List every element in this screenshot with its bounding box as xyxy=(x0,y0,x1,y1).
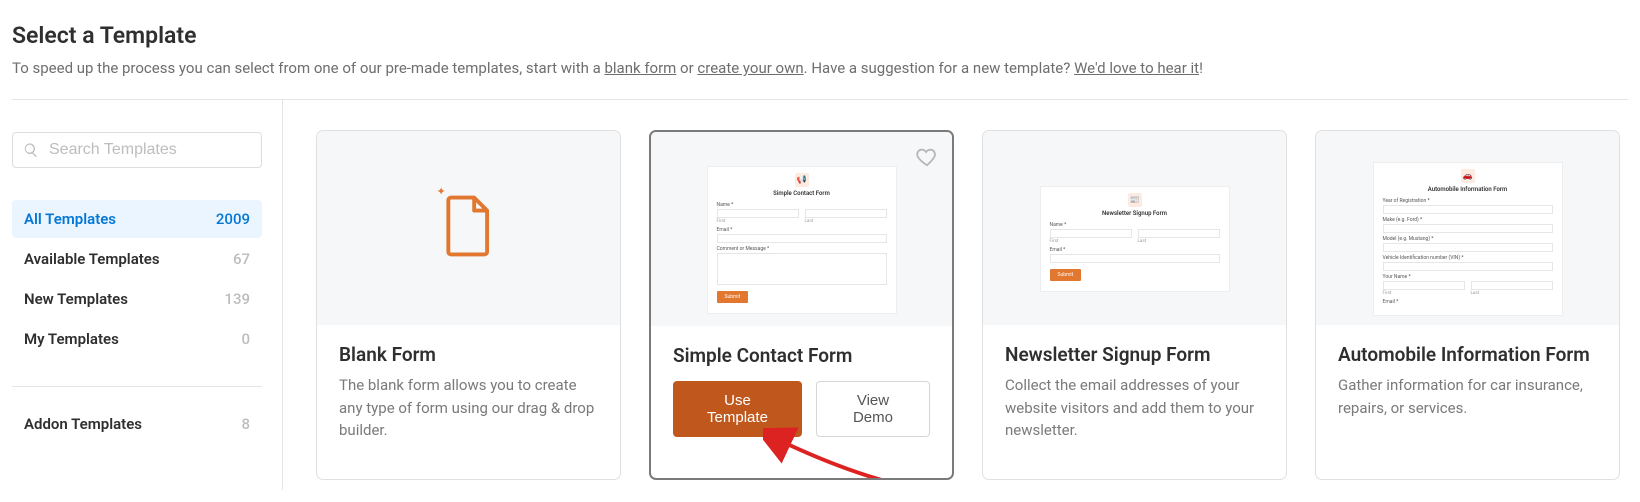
preview-sub: Last xyxy=(1138,239,1220,244)
preview-title: Newsletter Signup Form xyxy=(1050,210,1220,217)
card-description: The blank form allows you to create any … xyxy=(339,374,598,442)
category-count: 0 xyxy=(241,330,250,348)
preview-label: Email * xyxy=(1050,247,1220,253)
category-count: 8 xyxy=(241,415,250,433)
preview-label: Email * xyxy=(717,227,887,233)
category-separator xyxy=(12,386,262,387)
card-title: Newsletter Signup Form xyxy=(1005,343,1264,366)
intro-or: or xyxy=(676,59,697,77)
preview-sub: First xyxy=(1383,291,1465,296)
templates-grid: ✦ Blank Form The blank form allows you t… xyxy=(283,100,1628,490)
link-feedback[interactable]: We'd love to hear it xyxy=(1074,59,1199,77)
template-card-automobile-info[interactable]: 🚗 Automobile Information Form Year of Re… xyxy=(1315,130,1620,480)
preview-sub: First xyxy=(1050,239,1132,244)
addon-list: Addon Templates 8 xyxy=(12,405,262,443)
preview-label: Comment or Message * xyxy=(717,246,887,252)
use-template-button[interactable]: Use Template xyxy=(673,381,802,437)
category-new-templates[interactable]: New Templates 139 xyxy=(12,280,262,318)
preview-label: Model (e.g. Mustang) * xyxy=(1383,236,1553,242)
view-demo-button[interactable]: View Demo xyxy=(816,381,930,437)
form-preview: 📰 Newsletter Signup Form Name * First La… xyxy=(1040,186,1230,292)
card-body: Newsletter Signup Form Collect the email… xyxy=(983,325,1286,479)
intro-text: To speed up the process you can select f… xyxy=(12,59,604,77)
card-preview: ✦ xyxy=(317,131,620,325)
search-icon xyxy=(23,142,39,158)
category-count: 2009 xyxy=(216,210,250,228)
card-description: Gather information for car insurance, re… xyxy=(1338,374,1597,419)
template-card-blank-form[interactable]: ✦ Blank Form The blank form allows you t… xyxy=(316,130,621,480)
favorite-icon[interactable] xyxy=(916,146,938,168)
category-all-templates[interactable]: All Templates 2009 xyxy=(12,200,262,238)
intro-end: ! xyxy=(1199,59,1203,77)
preview-label: Year of Registration * xyxy=(1383,198,1553,204)
category-label: All Templates xyxy=(24,210,116,228)
category-list: All Templates 2009 Available Templates 6… xyxy=(12,200,262,358)
card-preview: 📢 Simple Contact Form Name * First Last … xyxy=(651,132,952,326)
card-preview: 🚗 Automobile Information Form Year of Re… xyxy=(1316,131,1619,325)
preview-submit: Submit xyxy=(1050,269,1082,281)
card-description: Collect the email addresses of your webs… xyxy=(1005,374,1264,442)
preview-sub: Last xyxy=(1471,291,1553,296)
category-label: Addon Templates xyxy=(24,415,142,433)
card-title: Blank Form xyxy=(339,343,598,366)
template-card-simple-contact-form[interactable]: 📢 Simple Contact Form Name * First Last … xyxy=(649,130,954,480)
card-title: Simple Contact Form xyxy=(673,344,930,367)
category-addon-templates[interactable]: Addon Templates 8 xyxy=(12,405,262,443)
link-blank-form[interactable]: blank form xyxy=(604,59,676,77)
form-preview: 🚗 Automobile Information Form Year of Re… xyxy=(1373,162,1563,316)
card-body: Blank Form The blank form allows you to … xyxy=(317,325,620,479)
form-preview: 📢 Simple Contact Form Name * First Last … xyxy=(707,166,897,314)
card-body: Automobile Information Form Gather infor… xyxy=(1316,325,1619,479)
card-title: Automobile Information Form xyxy=(1338,343,1597,366)
preview-submit: Submit xyxy=(717,291,749,303)
page-subtitle: To speed up the process you can select f… xyxy=(12,59,1628,77)
template-card-newsletter-signup[interactable]: 📰 Newsletter Signup Form Name * First La… xyxy=(982,130,1287,480)
preview-title: Simple Contact Form xyxy=(717,190,887,197)
category-available-templates[interactable]: Available Templates 67 xyxy=(12,240,262,278)
category-count: 139 xyxy=(224,290,250,308)
category-label: New Templates xyxy=(24,290,128,308)
blank-form-icon: ✦ xyxy=(443,195,495,261)
category-label: My Templates xyxy=(24,330,119,348)
category-my-templates[interactable]: My Templates 0 xyxy=(12,320,262,358)
page-title: Select a Template xyxy=(12,22,1628,49)
intro-suggest: . Have a suggestion for a new template? xyxy=(804,59,1074,77)
preview-label: Vehicle Identification number (VIN) * xyxy=(1383,255,1553,261)
card-body: Simple Contact Form Use Template View De… xyxy=(651,326,952,478)
category-label: Available Templates xyxy=(24,250,160,268)
preview-sub: Last xyxy=(805,219,887,224)
search-box[interactable] xyxy=(12,132,262,168)
preview-title: Automobile Information Form xyxy=(1383,186,1553,193)
sidebar: All Templates 2009 Available Templates 6… xyxy=(12,100,283,490)
card-preview: 📰 Newsletter Signup Form Name * First La… xyxy=(983,131,1286,325)
category-count: 67 xyxy=(233,250,250,268)
preview-sub: First xyxy=(717,219,799,224)
link-create-own[interactable]: create your own xyxy=(697,59,803,77)
search-input[interactable] xyxy=(49,141,251,159)
preview-label: Make (e.g. Ford) * xyxy=(1383,217,1553,223)
preview-label: Email * xyxy=(1383,299,1553,305)
